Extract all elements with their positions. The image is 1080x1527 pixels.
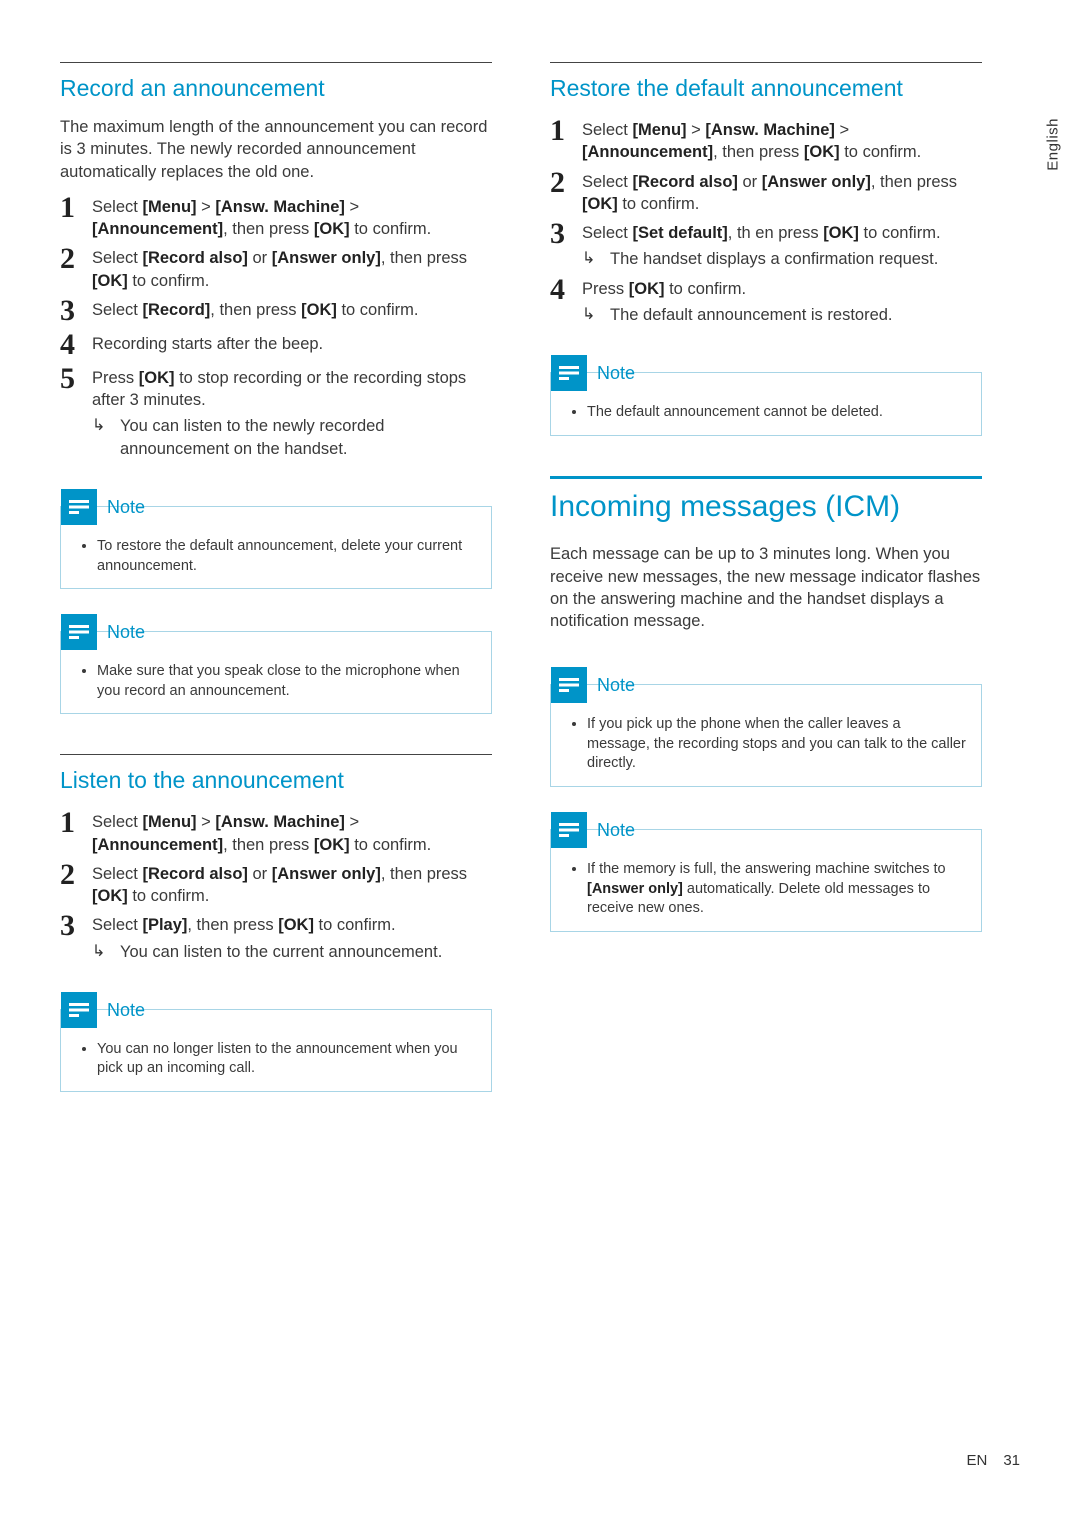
step-text: Select [Record also] or [Answer only], t… [582, 168, 982, 216]
note-box: Note The default announcement cannot be … [550, 372, 982, 436]
step-item: 1 Select [Menu] > [Answ. Machine] > [Ann… [550, 116, 982, 164]
note-icon [61, 992, 97, 1028]
step-number: 1 [60, 808, 92, 856]
note-icon [551, 812, 587, 848]
result-arrow-icon: ↳ [92, 941, 120, 963]
note-icon [61, 614, 97, 650]
heading-record-announcement: Record an announcement [60, 73, 492, 104]
step-item: 1 Select [Menu] > [Answ. Machine] > [Ann… [60, 193, 492, 241]
step-number: 1 [60, 193, 92, 241]
note-text: If the memory is full, the answering mac… [587, 860, 967, 919]
listen-steps: 1 Select [Menu] > [Answ. Machine] > [Ann… [60, 808, 492, 963]
heading-incoming-messages: Incoming messages (ICM) [550, 487, 982, 528]
step-text: Select [Menu] > [Answ. Machine] > [Annou… [92, 193, 492, 241]
note-box: Note You can no longer listen to the ann… [60, 1009, 492, 1092]
step-item: 3 Select [Set default], th en press [OK]… [550, 219, 982, 271]
divider [60, 62, 492, 63]
step-number: 3 [550, 219, 582, 271]
step-number: 1 [550, 116, 582, 164]
note-icon [551, 355, 587, 391]
result-arrow-icon: ↳ [582, 248, 610, 270]
result-arrow-icon: ↳ [92, 415, 120, 460]
step-item: 2 Select [Record also] or [Answer only],… [60, 860, 492, 908]
step-number: 4 [550, 275, 582, 327]
step-number: 3 [60, 911, 92, 963]
note-label: Note [107, 998, 145, 1022]
step-item: 4 Press [OK] to confirm. ↳ The default a… [550, 275, 982, 327]
note-icon [61, 489, 97, 525]
note-text: You can no longer listen to the announce… [97, 1040, 477, 1079]
step-text: Select [Set default], th en press [OK] t… [582, 219, 982, 271]
footer-lang: EN [966, 1451, 987, 1471]
step-result: ↳ The default announcement is restored. [582, 304, 982, 326]
heading-listen-announcement: Listen to the announcement [60, 765, 492, 796]
note-label: Note [107, 495, 145, 519]
note-box: Note If you pick up the phone when the c… [550, 684, 982, 787]
footer-page-number: 31 [1003, 1451, 1020, 1471]
step-text: Select [Record], then press [OK] to conf… [92, 296, 492, 326]
restore-steps: 1 Select [Menu] > [Answ. Machine] > [Ann… [550, 116, 982, 326]
step-text: Select [Menu] > [Answ. Machine] > [Annou… [92, 808, 492, 856]
note-label: Note [597, 673, 635, 697]
step-number: 2 [550, 168, 582, 216]
note-label: Note [597, 818, 635, 842]
note-icon [551, 667, 587, 703]
step-text: Recording starts after the beep. [92, 330, 492, 360]
note-text: If you pick up the phone when the caller… [587, 715, 967, 774]
heading-restore-default: Restore the default announcement [550, 73, 982, 104]
language-tab: English [1044, 118, 1064, 171]
result-arrow-icon: ↳ [582, 304, 610, 326]
note-text: Make sure that you speak close to the mi… [97, 662, 477, 701]
note-text: The default announcement cannot be delet… [587, 403, 967, 423]
step-item: 3 Select [Play], then press [OK] to conf… [60, 911, 492, 963]
step-item: 2 Select [Record also] or [Answer only],… [550, 168, 982, 216]
step-text: Press [OK] to stop recording or the reco… [92, 364, 492, 460]
intro-text: Each message can be up to 3 minutes long… [550, 543, 982, 632]
step-text: Press [OK] to confirm. ↳ The default ann… [582, 275, 982, 327]
step-item: 1 Select [Menu] > [Answ. Machine] > [Ann… [60, 808, 492, 856]
step-number: 4 [60, 330, 92, 360]
step-text: Select [Record also] or [Answer only], t… [92, 860, 492, 908]
step-item: 3 Select [Record], then press [OK] to co… [60, 296, 492, 326]
note-box: Note If the memory is full, the answerin… [550, 829, 982, 932]
step-number: 5 [60, 364, 92, 460]
record-steps: 1 Select [Menu] > [Answ. Machine] > [Ann… [60, 193, 492, 460]
step-number: 2 [60, 244, 92, 292]
note-label: Note [597, 361, 635, 385]
divider [60, 754, 492, 755]
note-box: Note Make sure that you speak close to t… [60, 631, 492, 714]
divider [550, 62, 982, 63]
step-text: Select [Record also] or [Answer only], t… [92, 244, 492, 292]
step-result: ↳ You can listen to the newly recorded a… [92, 415, 492, 460]
step-item: 2 Select [Record also] or [Answer only],… [60, 244, 492, 292]
step-result: ↳ The handset displays a confirmation re… [582, 248, 982, 270]
step-number: 3 [60, 296, 92, 326]
step-item: 4 Recording starts after the beep. [60, 330, 492, 360]
step-number: 2 [60, 860, 92, 908]
step-item: 5 Press [OK] to stop recording or the re… [60, 364, 492, 460]
note-label: Note [107, 620, 145, 644]
note-box: Note To restore the default announcement… [60, 506, 492, 589]
page-footer: EN 31 [966, 1451, 1020, 1471]
step-result: ↳ You can listen to the current announce… [92, 941, 492, 963]
step-text: Select [Menu] > [Answ. Machine] > [Annou… [582, 116, 982, 164]
section-divider [550, 476, 982, 479]
intro-text: The maximum length of the announcement y… [60, 116, 492, 183]
step-text: Select [Play], then press [OK] to confir… [92, 911, 492, 963]
note-text: To restore the default announcement, del… [97, 537, 477, 576]
